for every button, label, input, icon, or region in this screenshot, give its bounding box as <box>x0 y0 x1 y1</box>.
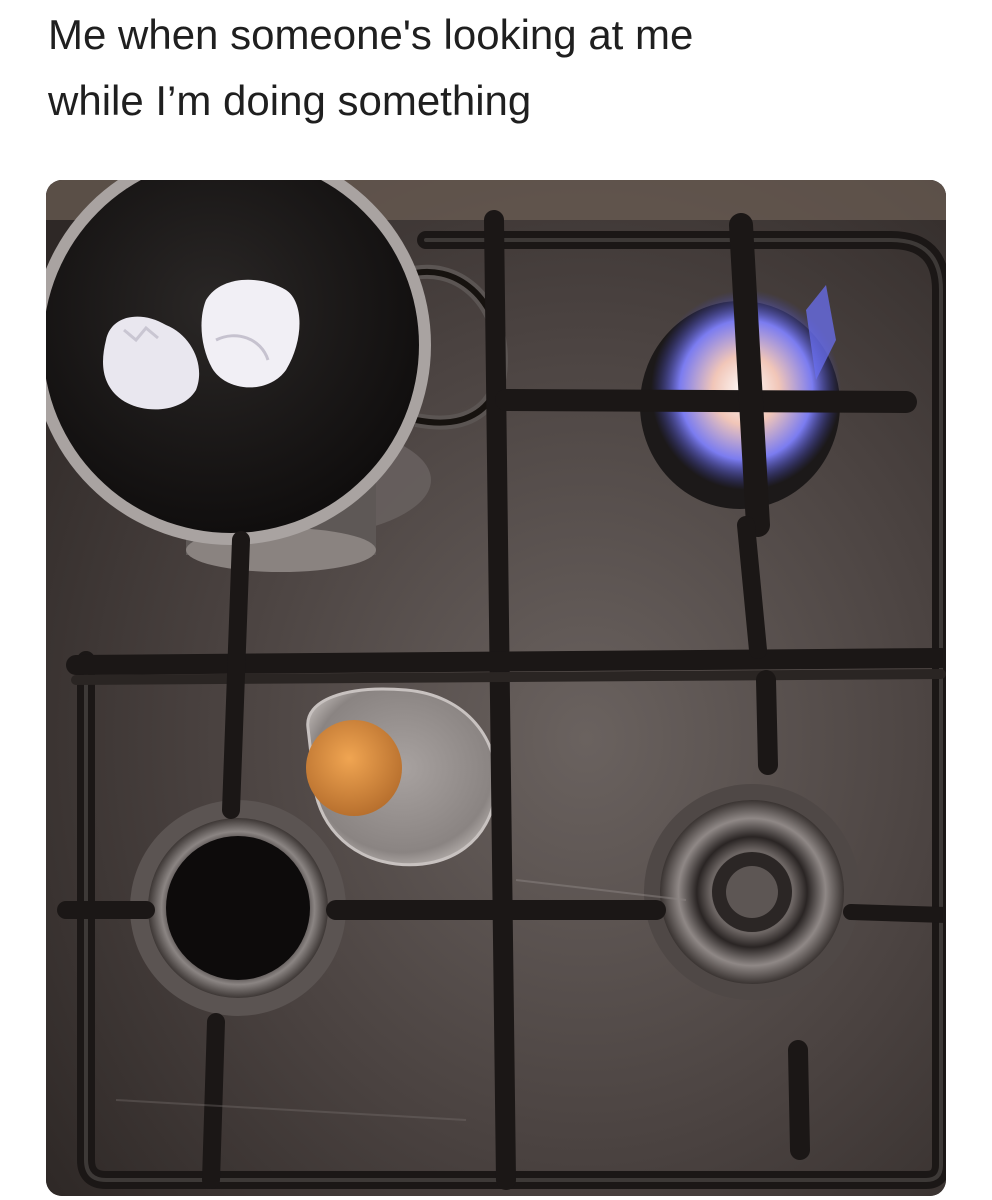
egg-yolk <box>306 720 402 816</box>
meme-caption: Me when someone's looking at me while I’… <box>48 2 948 134</box>
stove-illustration <box>46 180 946 1196</box>
caption-line-1: Me when someone's looking at me <box>48 11 694 58</box>
stove-photo <box>46 180 946 1196</box>
meme-post: Me when someone's looking at me while I’… <box>0 0 992 1200</box>
burner-bottom-right <box>644 784 860 1000</box>
caption-line-2: while I’m doing something <box>48 77 532 124</box>
burner-bottom-left <box>130 800 346 1016</box>
